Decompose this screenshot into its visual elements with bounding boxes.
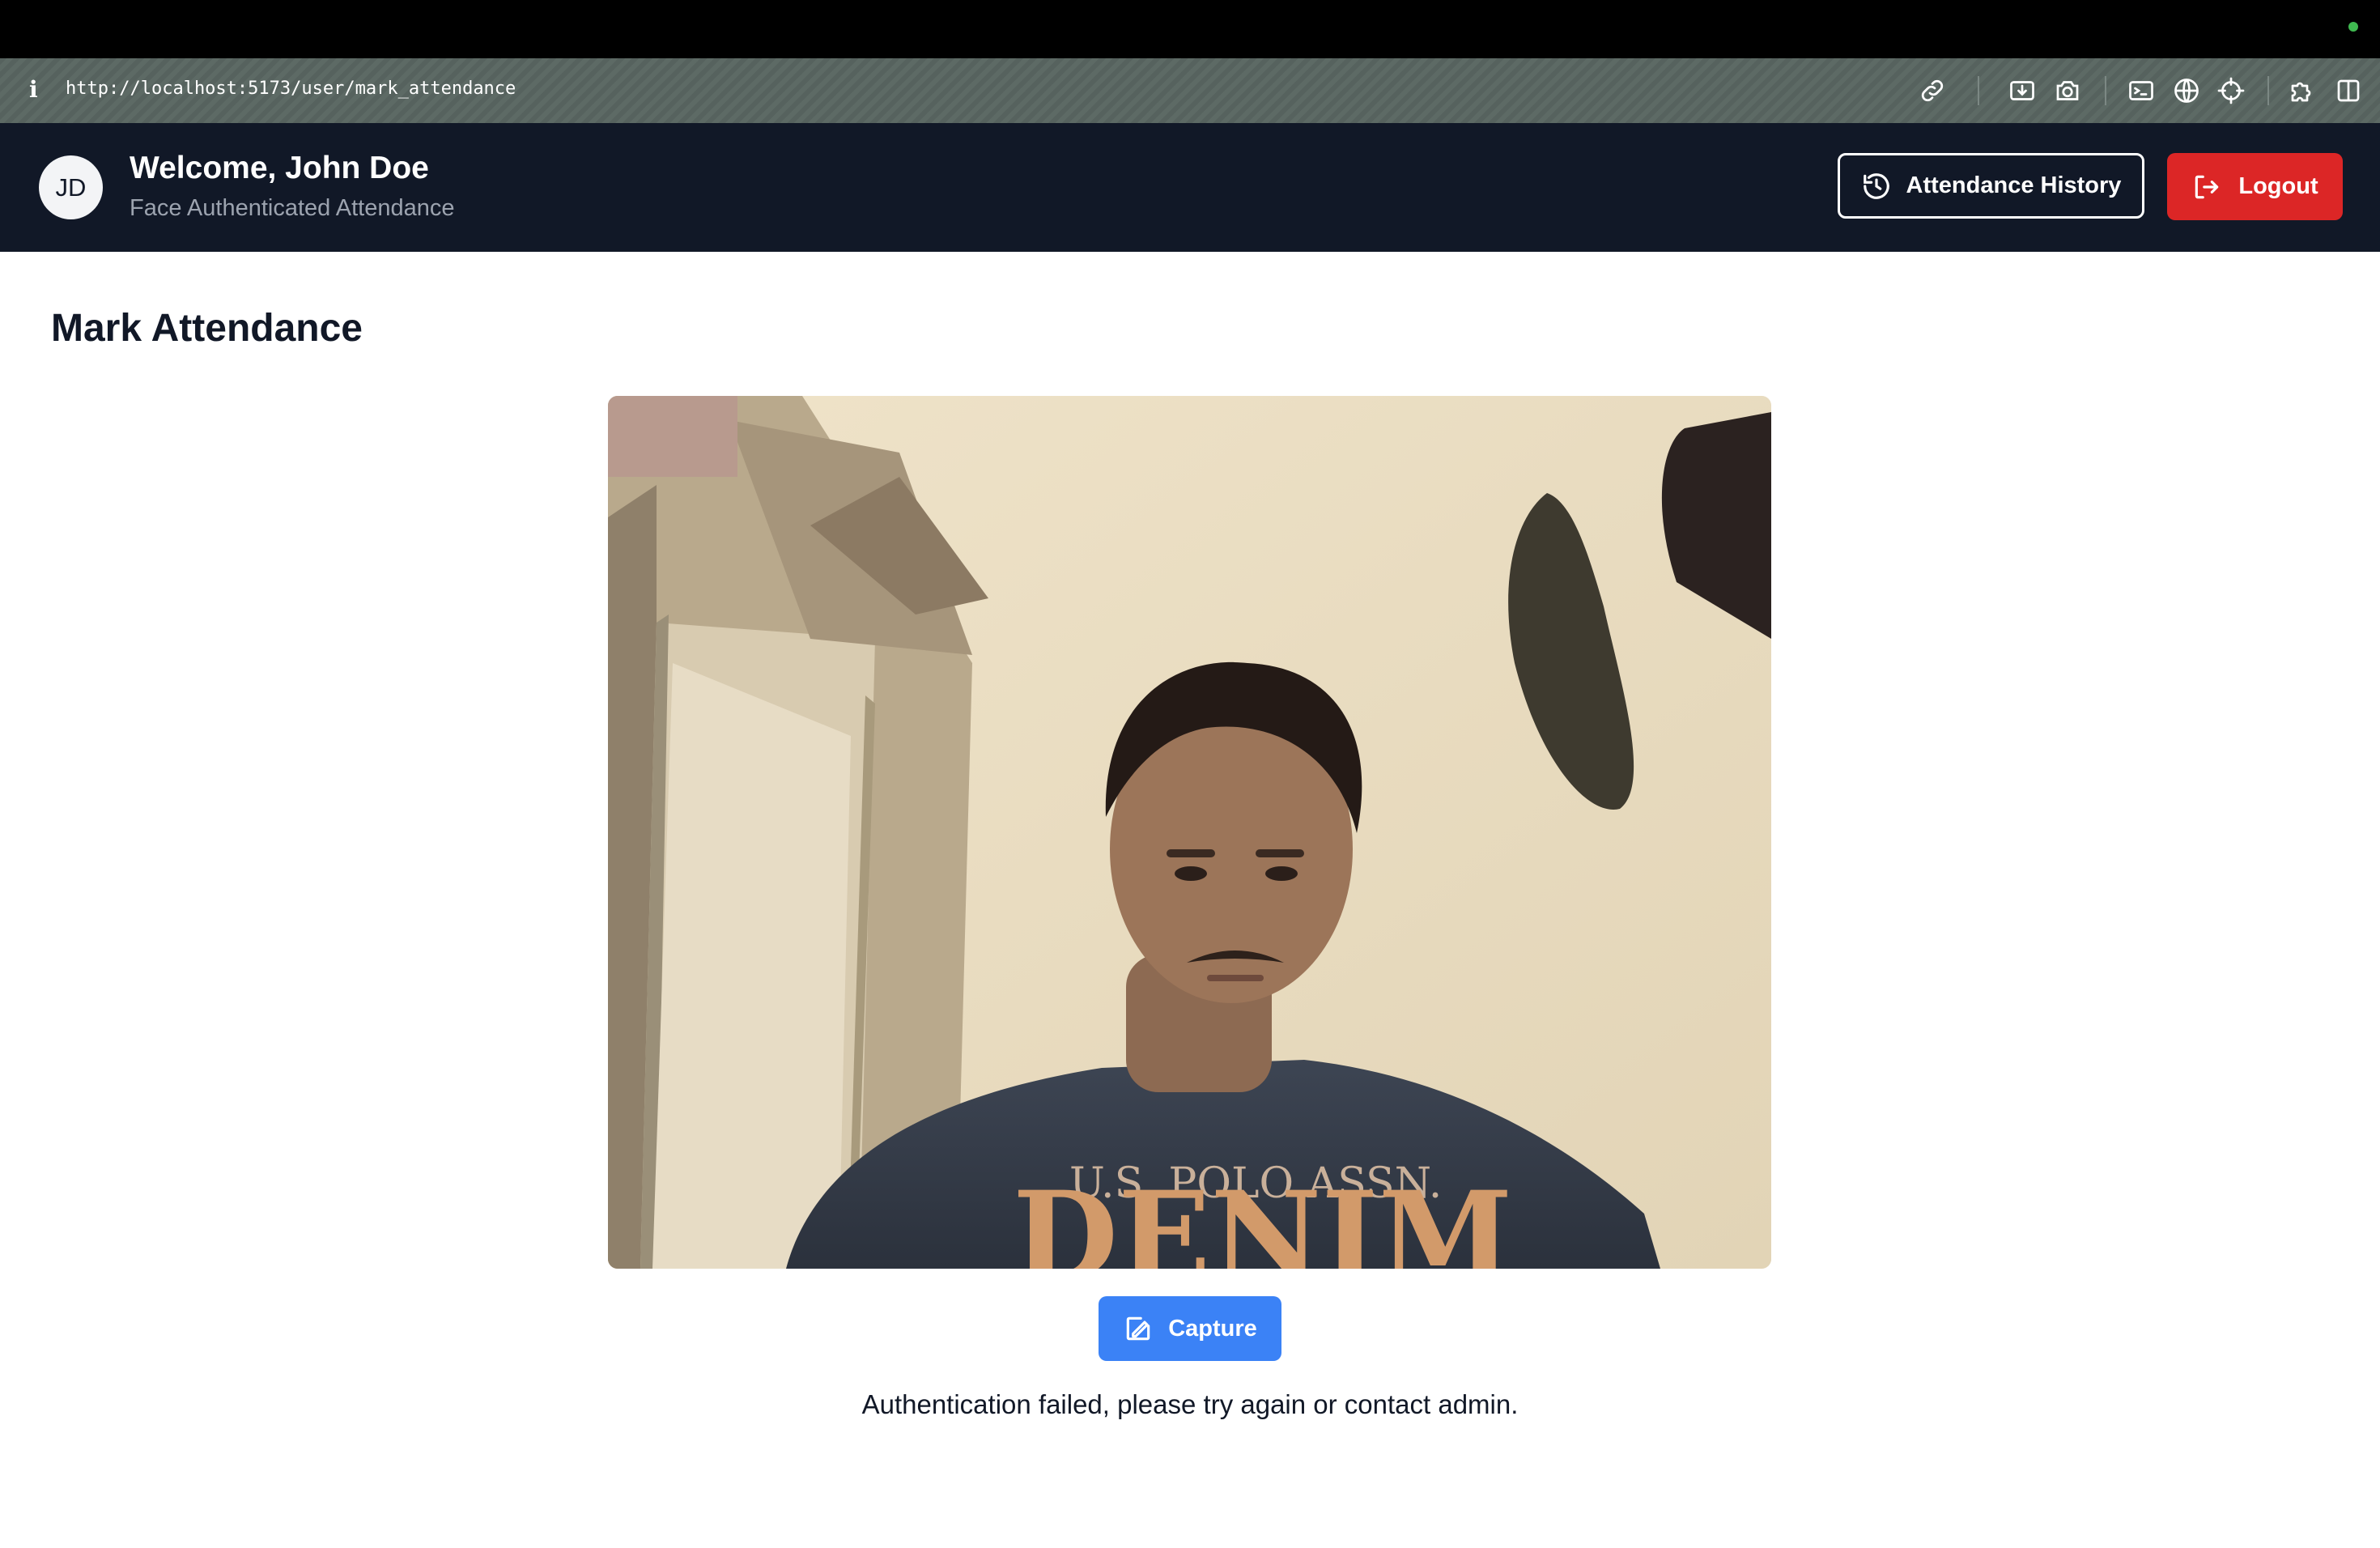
logout-button[interactable]: Logout (2167, 153, 2343, 220)
status-dot (2348, 22, 2358, 32)
globe-icon[interactable] (2172, 76, 2201, 105)
link-icon[interactable] (1918, 76, 1947, 105)
extension-icon[interactable] (2288, 76, 2317, 105)
logout-label: Logout (2238, 173, 2318, 199)
crosshair-icon[interactable] (2216, 76, 2246, 105)
capture-label: Capture (1168, 1315, 1257, 1342)
window-top-bar (0, 0, 2380, 58)
toolbar-divider (2105, 76, 2106, 105)
terminal-icon[interactable] (2127, 76, 2156, 105)
history-icon (1863, 172, 1889, 199)
toolbar-divider (1978, 76, 1979, 105)
camera-icon[interactable] (2053, 76, 2082, 105)
page-title: Mark Attendance (51, 307, 363, 350)
sidebar-icon[interactable] (2334, 76, 2363, 105)
app-header: JD Welcome, John Doe Face Authenticated … (0, 123, 2380, 252)
status-message: Authentication failed, please try again … (861, 1389, 1519, 1419)
url-text[interactable]: http://localhost:5173/user/mark_attendan… (66, 79, 516, 99)
svg-text:DENIM: DENIM (1013, 1165, 1513, 1269)
toolbar-divider (2267, 76, 2269, 105)
capture-button[interactable]: Capture (1099, 1296, 1281, 1361)
info-icon[interactable]: i (29, 76, 38, 103)
webcam-feed: U.S. POLO ASSN. DENIM (608, 396, 1771, 1269)
logout-icon (2195, 175, 2219, 198)
avatar: JD (39, 155, 103, 219)
attendance-history-label: Attendance History (1906, 172, 2122, 198)
app-subtitle: Face Authenticated Attendance (130, 195, 455, 221)
welcome-heading: Welcome, John Doe (130, 151, 429, 185)
attendance-history-button[interactable]: Attendance History (1838, 153, 2144, 219)
capture-icon (1126, 1316, 1150, 1341)
browser-url-bar: i http://localhost:5173/user/mark_attend… (0, 58, 2380, 123)
download-icon[interactable] (2008, 76, 2037, 105)
